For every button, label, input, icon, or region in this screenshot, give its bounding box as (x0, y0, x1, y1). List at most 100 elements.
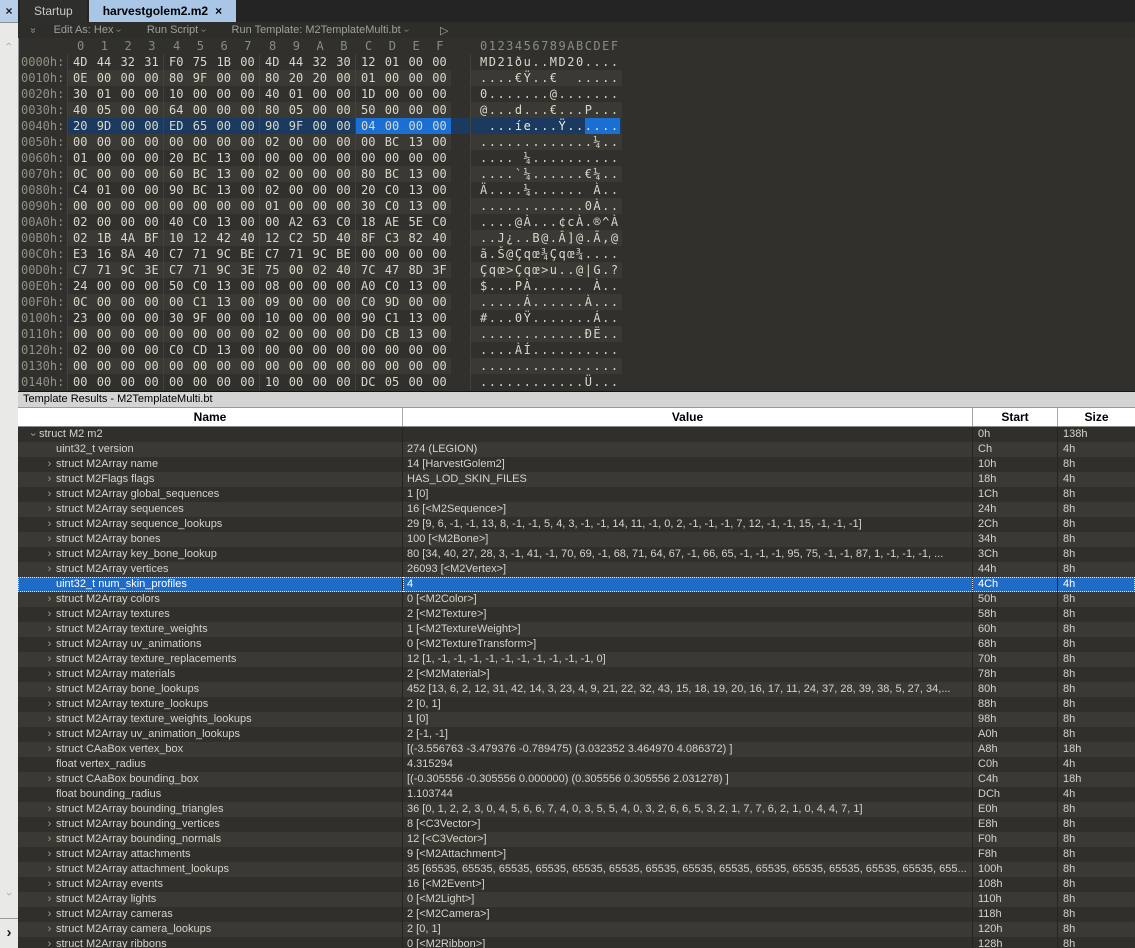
hex-byte[interactable]: 00 (356, 246, 380, 262)
hex-byte[interactable]: 3E (139, 262, 163, 278)
template-row-flags[interactable]: ›struct M2Flags flagsHAS_LOD_SKIN_FILES1… (18, 472, 1135, 487)
template-row-lights[interactable]: ›struct M2Array lights0 [<M2Light>]110h8… (18, 892, 1135, 907)
field-value[interactable]: 4 (403, 577, 973, 592)
expand-arrow-icon[interactable]: › (43, 652, 56, 667)
template-row-bone_lookups[interactable]: ›struct M2Array bone_lookups452 [13, 6, … (18, 682, 1135, 697)
hex-byte[interactable]: 00 (235, 310, 259, 326)
ascii-cell[interactable]: ............Ü... (471, 374, 622, 390)
hex-byte[interactable]: 13 (212, 182, 236, 198)
hex-byte[interactable]: 5D (308, 230, 332, 246)
field-value[interactable]: 9 [<M2Attachment>] (403, 847, 973, 862)
hex-byte[interactable]: 9F (284, 118, 308, 134)
hex-byte[interactable]: 00 (331, 70, 355, 86)
template-row-global_sequences[interactable]: ›struct M2Array global_sequences1 [0]1Ch… (18, 487, 1135, 502)
hex-row[interactable]: 0060h:0100000020BC13000000000000000000..… (18, 150, 1135, 166)
field-value[interactable]: 16 [<M2Event>] (403, 877, 973, 892)
hex-byte[interactable]: 00 (139, 118, 163, 134)
hex-byte[interactable]: 00 (92, 278, 116, 294)
ascii-cell[interactable]: ....€Ÿ..€ ..... (471, 70, 622, 86)
template-row-camera_lookups[interactable]: ›struct M2Array camera_lookups2 [0, 1]12… (18, 922, 1135, 937)
hex-byte[interactable]: 65 (188, 118, 212, 134)
hex-byte[interactable]: 20 (356, 182, 380, 198)
hex-byte[interactable]: 20 (308, 70, 332, 86)
expand-arrow-icon[interactable]: › (43, 922, 56, 937)
template-row-texture_weights_lookups[interactable]: ›struct M2Array texture_weights_lookups1… (18, 712, 1135, 727)
hex-byte[interactable]: 4D (68, 54, 92, 70)
hex-byte[interactable]: 00 (356, 134, 380, 150)
hex-byte[interactable]: 9D (380, 294, 404, 310)
hex-byte[interactable]: 00 (284, 150, 308, 166)
hex-byte[interactable]: 00 (404, 246, 428, 262)
hex-byte[interactable]: 00 (92, 166, 116, 182)
hex-byte[interactable]: CD (188, 342, 212, 358)
hex-byte[interactable]: 00 (92, 374, 116, 390)
template-row-name[interactable]: ›struct M2Array name14 [HarvestGolem2]10… (18, 457, 1135, 472)
hex-row[interactable]: 0000h:4D443231F0751B004D44323012010000MD… (18, 54, 1135, 70)
hex-byte[interactable]: 60 (164, 166, 188, 182)
hex-byte[interactable]: 8A (116, 246, 140, 262)
field-value[interactable]: [(-3.556763 -3.479376 -0.789475) (3.0323… (403, 742, 973, 757)
hex-byte[interactable]: 00 (235, 278, 259, 294)
template-row-textures[interactable]: ›struct M2Array textures2 [<M2Texture>]5… (18, 607, 1135, 622)
hex-byte[interactable]: 00 (331, 310, 355, 326)
field-value[interactable] (403, 427, 973, 442)
hex-byte[interactable]: 00 (235, 86, 259, 102)
hex-byte[interactable]: 00 (260, 150, 284, 166)
hex-byte[interactable]: 00 (427, 374, 451, 390)
hex-byte[interactable]: 00 (404, 374, 428, 390)
hex-byte[interactable]: C4 (68, 182, 92, 198)
hex-byte[interactable]: C0 (331, 214, 355, 230)
hex-byte[interactable]: 31 (139, 54, 163, 70)
hex-byte[interactable]: 32 (116, 54, 140, 70)
hex-byte[interactable]: 00 (308, 134, 332, 150)
template-row-colors[interactable]: ›struct M2Array colors0 [<M2Color>]50h8h (18, 592, 1135, 607)
ascii-cell[interactable]: Ä....¼...... À.. (471, 182, 622, 198)
hex-byte[interactable]: 02 (260, 166, 284, 182)
hex-byte[interactable]: 00 (308, 150, 332, 166)
hex-byte[interactable]: 00 (356, 342, 380, 358)
hex-byte[interactable]: 00 (284, 294, 308, 310)
field-value[interactable]: 8 [<C3Vector>] (403, 817, 973, 832)
ascii-cell[interactable]: ............0À.. (471, 198, 622, 214)
hex-byte[interactable]: 00 (139, 182, 163, 198)
hex-byte[interactable]: 23 (68, 310, 92, 326)
hex-byte[interactable]: 40 (331, 262, 355, 278)
hex-byte[interactable]: 9F (188, 70, 212, 86)
hex-row[interactable]: 0110h:000000000000000002000000D0CB1300..… (18, 326, 1135, 342)
hex-byte[interactable]: 00 (212, 70, 236, 86)
expand-arrow-icon[interactable]: › (43, 712, 56, 727)
hex-byte[interactable]: 00 (235, 214, 259, 230)
hex-row[interactable]: 0140h:000000000000000010000000DC050000..… (18, 374, 1135, 390)
hex-byte[interactable]: 00 (92, 342, 116, 358)
hex-byte[interactable]: 08 (260, 278, 284, 294)
hex-byte[interactable]: 00 (404, 294, 428, 310)
hex-byte[interactable]: 00 (427, 198, 451, 214)
hex-row[interactable]: 0020h:3001000010000000400100001D0000000.… (18, 86, 1135, 102)
hex-byte[interactable]: 00 (404, 70, 428, 86)
hex-byte[interactable]: BC (188, 150, 212, 166)
hex-byte[interactable]: 00 (139, 214, 163, 230)
hex-byte[interactable]: 01 (284, 86, 308, 102)
field-value[interactable]: 1.103744 (403, 787, 973, 802)
template-row-sequence_lookups[interactable]: ›struct M2Array sequence_lookups29 [9, 6… (18, 517, 1135, 532)
hex-byte[interactable]: 00 (139, 86, 163, 102)
expand-arrow-icon[interactable]: › (43, 727, 56, 742)
hex-byte[interactable]: 42 (212, 230, 236, 246)
hex-byte[interactable]: C2 (284, 230, 308, 246)
column-header-value[interactable]: Value (403, 408, 973, 426)
hex-byte[interactable]: BF (139, 230, 163, 246)
hex-byte[interactable]: 00 (139, 198, 163, 214)
ascii-cell[interactable]: ....@À...¢cÀ.®^À (471, 214, 622, 230)
field-value[interactable]: 1 [<M2TextureWeight>] (403, 622, 973, 637)
hex-byte[interactable]: 00 (139, 294, 163, 310)
collapse-toolbar-icon[interactable]: » (27, 27, 38, 33)
hex-byte[interactable]: 00 (92, 294, 116, 310)
hex-byte[interactable]: 00 (164, 294, 188, 310)
hex-byte[interactable]: 00 (380, 102, 404, 118)
collapse-arrow-icon[interactable]: › (25, 428, 40, 441)
hex-byte[interactable]: 04 (356, 118, 380, 134)
hex-byte[interactable]: 02 (260, 326, 284, 342)
hex-byte[interactable]: 00 (427, 358, 451, 374)
field-value[interactable]: 0 [<M2Color>] (403, 592, 973, 607)
hex-byte[interactable]: 44 (92, 54, 116, 70)
